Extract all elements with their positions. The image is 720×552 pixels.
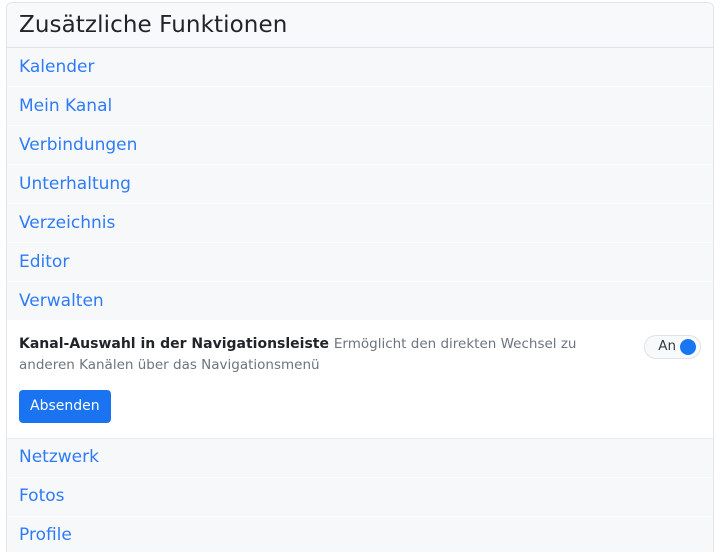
setting-actions: Absenden [19,376,701,437]
feature-link-verbindungen[interactable]: Verbindungen [19,137,137,154]
feature-link-netzwerk[interactable]: Netzwerk [19,449,99,466]
panel-header: Zusätzliche Funktionen [7,3,713,48]
setting-text-block: Kanal-Auswahl in der Navigationsleiste E… [19,333,633,376]
feature-link-verzeichnis[interactable]: Verzeichnis [19,215,115,232]
setting-label: Kanal-Auswahl in der Navigationsleiste [19,336,329,352]
toggle-state-label: An [658,340,676,354]
list-item-mein-kanal[interactable]: Mein Kanal [7,87,713,126]
channel-select-toggle[interactable]: An [644,335,701,359]
feature-link-kalender[interactable]: Kalender [19,59,94,76]
list-item-profile[interactable]: Profile [7,517,713,552]
list-item-unterhaltung[interactable]: Unterhaltung [7,165,713,204]
submit-button[interactable]: Absenden [19,390,111,423]
list-item-kalender[interactable]: Kalender [7,48,713,87]
setting-row-content: Kanal-Auswahl in der Navigationsleiste E… [19,333,701,376]
list-item-verbindungen[interactable]: Verbindungen [7,126,713,165]
feature-link-editor[interactable]: Editor [19,254,69,271]
feature-link-profile[interactable]: Profile [19,527,72,544]
setting-row-channel-select: Kanal-Auswahl in der Navigationsleiste E… [7,321,713,438]
toggle-knob-icon [680,339,696,355]
list-item-verwalten[interactable]: Verwalten [7,282,713,321]
list-item-editor[interactable]: Editor [7,243,713,282]
feature-link-unterhaltung[interactable]: Unterhaltung [19,176,131,193]
page-title: Zusätzliche Funktionen [19,14,287,37]
list-item-fotos[interactable]: Fotos [7,478,713,517]
additional-features-panel: Zusätzliche Funktionen Kalender Mein Kan… [6,2,714,552]
feature-link-mein-kanal[interactable]: Mein Kanal [19,98,112,115]
feature-list-top: Kalender Mein Kanal Verbindungen Unterha… [7,48,713,321]
feature-link-fotos[interactable]: Fotos [19,488,65,505]
list-item-netzwerk[interactable]: Netzwerk [7,439,713,478]
list-item-verzeichnis[interactable]: Verzeichnis [7,204,713,243]
feature-link-verwalten[interactable]: Verwalten [19,293,104,310]
page-root: Zusätzliche Funktionen Kalender Mein Kan… [0,0,720,552]
feature-list-bottom: Netzwerk Fotos Profile [7,439,713,552]
